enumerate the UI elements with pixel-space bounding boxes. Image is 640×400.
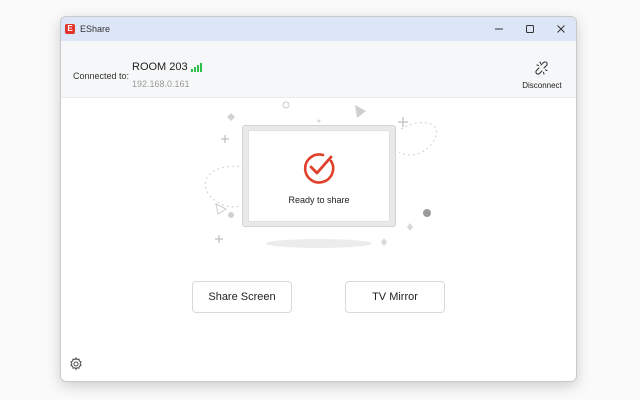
triangle-outline: [215, 203, 228, 215]
ready-status-text: Ready to share: [288, 195, 350, 205]
tv-mirror-button[interactable]: TV Mirror: [345, 281, 445, 313]
share-screen-button[interactable]: Share Screen: [192, 281, 292, 313]
dotted-swirl-left: [204, 165, 245, 208]
plus-shape-left: [221, 135, 229, 143]
gear-icon[interactable]: [69, 357, 83, 371]
dot-top: [317, 119, 321, 123]
dot-right: [423, 209, 431, 217]
plus-shape-right: [398, 117, 408, 127]
diamond-shape: [227, 113, 235, 121]
triangle-shape: [355, 105, 366, 118]
plus-shape-bottom: [215, 235, 223, 243]
diamond-right: [407, 223, 413, 231]
small-ring: [282, 101, 290, 109]
check-circle-icon: [303, 153, 335, 184]
eshare-window: E EShare Connected to: ROOM 203 192.168.…: [60, 16, 577, 382]
dotted-swirl-right: [398, 122, 438, 156]
diamond-bottom: [381, 238, 387, 246]
monitor-shadow: [266, 239, 372, 248]
dot-left: [228, 212, 234, 218]
